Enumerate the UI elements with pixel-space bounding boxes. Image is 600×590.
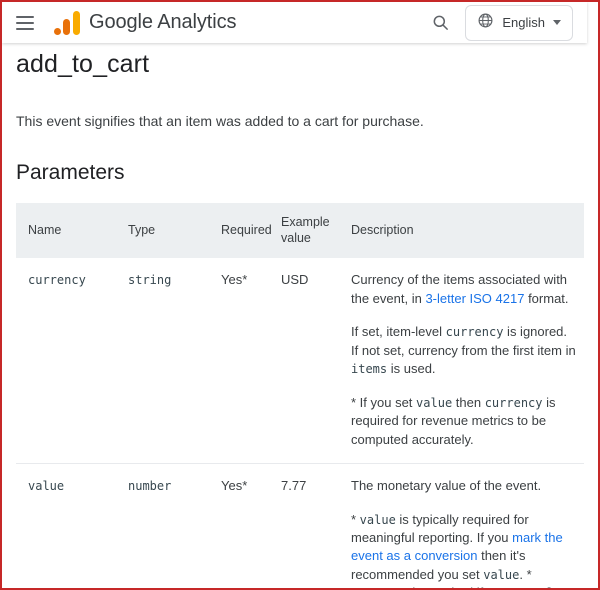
search-icon[interactable] xyxy=(429,12,451,34)
cell-parameter-type: number xyxy=(128,463,221,588)
parameter-name-code: value xyxy=(28,479,65,494)
inline-code: items xyxy=(351,362,388,377)
cell-example-value: USD xyxy=(281,258,351,465)
inline-code: currency xyxy=(445,325,504,340)
chevron-down-icon xyxy=(553,20,561,25)
description-text: is required if you set xyxy=(409,585,533,588)
section-heading-parameters: Parameters xyxy=(16,161,125,184)
main-content: add_to_cart This event signifies that an… xyxy=(2,43,598,588)
hamburger-line xyxy=(16,15,34,18)
cell-example-value: 7.77 xyxy=(281,463,351,588)
logo-dot xyxy=(54,27,61,35)
column-header-type: Type xyxy=(128,203,221,259)
description-link[interactable]: 3-letter ISO 4217 xyxy=(425,291,524,306)
parameter-type-code: string xyxy=(128,273,172,288)
description-text: * If you set xyxy=(351,394,417,410)
brand-title: Google Analytics xyxy=(89,11,236,34)
description-text: The monetary value of the event. xyxy=(351,478,542,494)
inline-code: value xyxy=(532,586,568,588)
inline-code: currency xyxy=(484,395,543,410)
cell-required: Yes* xyxy=(221,258,281,465)
cell-parameter-name: currency xyxy=(16,258,128,465)
description-paragraph: The monetary value of the event. xyxy=(351,477,576,495)
brand-title-bold: Google xyxy=(89,11,153,33)
table-row: value number Yes* 7.77 The monetary value of… xyxy=(16,463,584,588)
description-text: format. xyxy=(524,290,569,306)
table-body: currency string Yes* USD Currency of the ite… xyxy=(16,258,584,588)
column-header-description: Description xyxy=(351,203,584,259)
hamburger-menu-icon[interactable] xyxy=(12,10,38,36)
language-selector[interactable]: English xyxy=(465,4,573,41)
page-container: Google Analytics English add_to_cart Thi… xyxy=(0,0,600,590)
description-paragraph: * value is typically required for meanin… xyxy=(351,511,576,588)
cell-description: Currency of the items associated with th… xyxy=(351,258,584,465)
hamburger-line xyxy=(16,27,34,30)
description-paragraph: * If you set value then currency is requ… xyxy=(351,394,576,449)
parameter-type-code: number xyxy=(128,479,172,494)
parameter-name-code: currency xyxy=(28,273,86,288)
column-header-required: Required xyxy=(221,203,281,259)
hamburger-line xyxy=(16,21,34,24)
description-text: . xyxy=(568,585,572,588)
description-text: then xyxy=(452,394,485,410)
inline-code: value xyxy=(483,567,520,582)
description-text: If set, item-level xyxy=(351,324,446,340)
header-actions: English xyxy=(429,4,587,41)
column-header-name: Name xyxy=(16,203,128,259)
globe-icon xyxy=(477,12,494,34)
column-header-example-value: Example value xyxy=(281,203,351,259)
language-label: English xyxy=(502,15,545,30)
inline-code: value xyxy=(359,512,396,527)
page-intro-text: This event signifies that an item was ad… xyxy=(16,113,424,129)
brand-logo-link[interactable]: Google Analytics xyxy=(54,10,236,35)
google-analytics-logo-icon xyxy=(54,10,80,35)
inline-code: currency xyxy=(351,586,409,588)
table-header-row: Name Type Required Example value Descrip… xyxy=(16,203,584,259)
cell-required: Yes* xyxy=(221,463,281,588)
description-text: . * xyxy=(519,566,532,582)
description-text: * xyxy=(351,511,360,527)
app-header: Google Analytics English xyxy=(2,2,587,43)
logo-bar-mid xyxy=(63,18,70,35)
cell-parameter-type: string xyxy=(128,258,221,465)
table-row: currency string Yes* USD Currency of the ite… xyxy=(16,258,584,465)
parameters-table: Name Type Required Example value Descrip… xyxy=(16,203,584,588)
description-paragraph: If set, item-level currency is ignored. … xyxy=(351,323,576,378)
page-title: add_to_cart xyxy=(16,50,150,78)
table-header: Name Type Required Example value Descrip… xyxy=(16,203,584,259)
cell-parameter-name: value xyxy=(16,463,128,588)
logo-bar-tall xyxy=(73,10,80,35)
cell-description: The monetary value of the event. * value … xyxy=(351,463,584,588)
description-paragraph: Currency of the items associated with th… xyxy=(351,271,576,308)
inline-code: value xyxy=(416,395,453,410)
description-text: is used. xyxy=(387,361,436,377)
brand-title-light: Analytics xyxy=(152,11,237,33)
